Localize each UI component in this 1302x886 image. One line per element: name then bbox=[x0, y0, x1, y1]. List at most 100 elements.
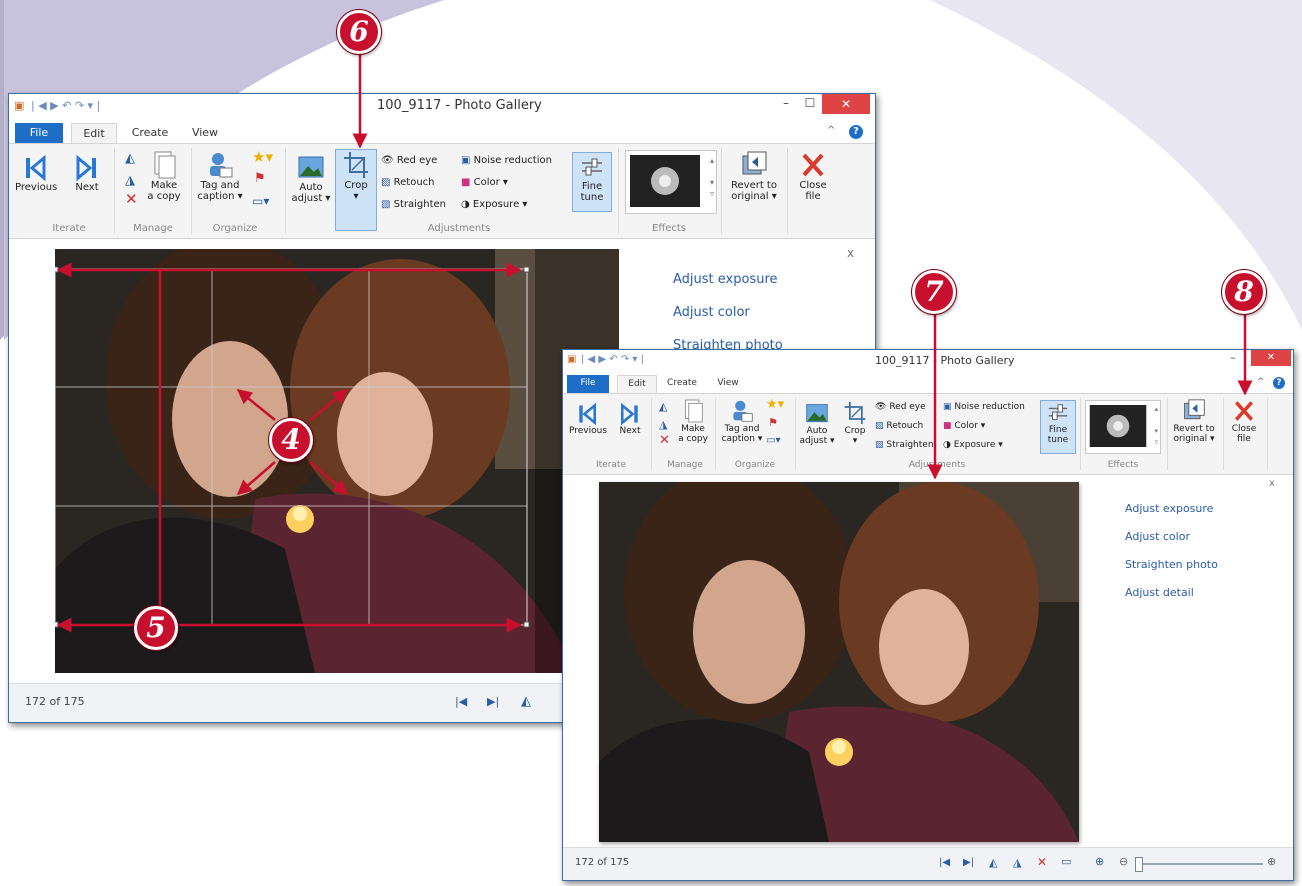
exposure-button[interactable]: ◑ Exposure ▾ bbox=[943, 438, 1003, 452]
rating-star-icon[interactable]: ★▾ bbox=[766, 398, 784, 412]
close-pane-button[interactable]: x bbox=[847, 246, 854, 260]
window-title: 100_9117 - Photo Gallery bbox=[875, 354, 1015, 367]
help-icon[interactable]: ? bbox=[849, 125, 863, 139]
collapse-ribbon-icon[interactable]: ^ bbox=[1257, 377, 1265, 387]
photo-canvas[interactable] bbox=[599, 482, 1079, 842]
color-button[interactable]: ■ Color ▾ bbox=[461, 176, 508, 190]
slideshow-icon[interactable]: ▭ bbox=[1061, 855, 1071, 868]
actual-size-icon[interactable]: ⊕ bbox=[1095, 855, 1104, 868]
close-window-button[interactable]: ✕ bbox=[822, 94, 870, 114]
group-separator bbox=[721, 148, 722, 234]
red-eye-icon: 👁 bbox=[875, 402, 887, 412]
rotate-left-status-icon[interactable]: ◭ bbox=[989, 856, 997, 869]
revert-button[interactable]: Revert to original ▾ bbox=[1169, 398, 1219, 444]
make-copy-button[interactable]: Make a copy bbox=[143, 150, 185, 202]
rotate-right-icon[interactable]: ◮ bbox=[125, 174, 135, 188]
tag-caption-button[interactable]: Tag and caption ▾ bbox=[195, 150, 245, 202]
flag-icon[interactable]: ⚑ bbox=[768, 416, 778, 430]
last-photo-icon[interactable]: ▶| bbox=[963, 857, 974, 868]
maximize-button[interactable]: ☐ bbox=[799, 96, 821, 110]
delete-icon[interactable]: ✕ bbox=[659, 434, 670, 448]
auto-adjust-button[interactable]: Auto adjust ▾ bbox=[291, 154, 331, 204]
revert-button[interactable]: Revert to original ▾ bbox=[727, 150, 781, 202]
auto-adjust-button[interactable]: Auto adjust ▾ bbox=[799, 402, 835, 446]
straighten-button[interactable]: ▧ Straighten bbox=[875, 438, 934, 452]
zoom-slider[interactable] bbox=[1135, 857, 1263, 872]
next-button[interactable]: Next bbox=[69, 154, 105, 193]
photo-canvas[interactable] bbox=[55, 249, 619, 673]
fine-tune-button[interactable]: Fine tune bbox=[572, 152, 612, 212]
straighten-photo-link[interactable]: Straighten photo bbox=[1125, 558, 1218, 571]
rating-star-icon[interactable]: ★▾ bbox=[252, 150, 273, 165]
tab-edit[interactable]: Edit bbox=[71, 123, 117, 144]
exposure-button[interactable]: ◑ Exposure ▾ bbox=[461, 198, 527, 212]
previous-button[interactable]: Previous bbox=[15, 154, 57, 193]
previous-button[interactable]: Previous bbox=[569, 402, 607, 436]
tag-caption-label-1: Tag and bbox=[724, 424, 760, 434]
next-button[interactable]: Next bbox=[615, 402, 645, 436]
exposure-icon: ◑ bbox=[461, 199, 470, 210]
effects-gallery[interactable]: ▴ ▾ ▿ bbox=[1085, 400, 1161, 454]
tab-view[interactable]: View bbox=[185, 123, 225, 139]
adjust-exposure-link[interactable]: Adjust exposure bbox=[1125, 502, 1213, 515]
tab-file[interactable]: File bbox=[567, 375, 609, 394]
close-pane-button[interactable]: x bbox=[1269, 478, 1275, 489]
quick-access-toolbar[interactable]: | ◀ ▶ ↶ ↷ ▾ | bbox=[581, 354, 644, 365]
retouch-button[interactable]: ▨ Retouch bbox=[875, 419, 923, 433]
minimize-button[interactable]: – bbox=[1225, 351, 1241, 364]
zoom-in-icon[interactable]: ⊕ bbox=[1267, 855, 1276, 868]
retouch-button[interactable]: ▨ Retouch bbox=[381, 176, 435, 190]
close-window-button[interactable]: ✕ bbox=[1251, 350, 1291, 366]
rotate-right-icon[interactable]: ◮ bbox=[659, 418, 667, 432]
rotate-left-status-icon[interactable]: ◭ bbox=[521, 694, 531, 709]
crop-overlay[interactable] bbox=[55, 249, 619, 673]
make-copy-button[interactable]: Make a copy bbox=[675, 398, 711, 444]
properties-icon[interactable]: ▭▾ bbox=[252, 194, 269, 208]
tab-view[interactable]: View bbox=[711, 375, 745, 388]
quick-access-toolbar[interactable]: | ◀ ▶ ↶ ↷ ▾ | bbox=[31, 99, 100, 112]
delete-status-icon[interactable]: ✕ bbox=[1037, 855, 1047, 869]
rotate-left-icon[interactable]: ◭ bbox=[659, 400, 667, 414]
first-photo-icon[interactable]: |◀ bbox=[455, 695, 467, 708]
crop-button[interactable]: Crop ▾ bbox=[335, 149, 377, 231]
first-photo-icon[interactable]: |◀ bbox=[939, 857, 950, 868]
adjust-exposure-link[interactable]: Adjust exposure bbox=[673, 272, 778, 287]
ribbon-edit: Previous Next ◭ ◮ ✕ Make a copy Tag and … bbox=[9, 143, 875, 239]
noise-reduction-button[interactable]: ▣ Noise reduction bbox=[461, 154, 552, 168]
minimize-button[interactable]: – bbox=[775, 96, 797, 110]
tab-file[interactable]: File bbox=[15, 123, 63, 143]
adjust-color-link[interactable]: Adjust color bbox=[673, 305, 750, 320]
group-separator bbox=[114, 148, 115, 234]
tab-create[interactable]: Create bbox=[127, 123, 173, 139]
fine-tune-button[interactable]: Fine tune bbox=[1040, 400, 1076, 454]
close-file-button[interactable]: Close file bbox=[793, 150, 833, 202]
straighten-button[interactable]: ▧ Straighten bbox=[381, 198, 446, 212]
red-eye-button[interactable]: 👁 Red eye bbox=[381, 154, 437, 168]
rotate-right-status-icon[interactable]: ◮ bbox=[1013, 856, 1021, 869]
properties-icon[interactable]: ▭▾ bbox=[766, 434, 780, 448]
flag-icon[interactable]: ⚑ bbox=[254, 172, 266, 186]
tab-edit[interactable]: Edit bbox=[617, 375, 657, 394]
help-icon[interactable]: ? bbox=[1273, 377, 1285, 389]
zoom-slider-thumb[interactable] bbox=[1135, 857, 1143, 872]
gallery-scroll-icon[interactable]: ▴ ▾ ▿ bbox=[1154, 404, 1158, 448]
crop-button[interactable]: Crop ▾ bbox=[839, 400, 871, 446]
tab-create[interactable]: Create bbox=[661, 375, 703, 388]
zoom-out-icon[interactable]: ⊖ bbox=[1119, 855, 1128, 868]
retouch-icon: ▨ bbox=[875, 421, 884, 431]
close-file-button[interactable]: Close file bbox=[1227, 398, 1261, 444]
rotate-left-icon[interactable]: ◭ bbox=[125, 152, 135, 166]
tag-caption-button[interactable]: Tag and caption ▾ bbox=[721, 398, 763, 444]
delete-icon[interactable]: ✕ bbox=[125, 192, 138, 207]
collapse-ribbon-icon[interactable]: ^ bbox=[827, 125, 835, 136]
red-eye-button[interactable]: 👁 Red eye bbox=[875, 400, 926, 414]
color-button[interactable]: ■ Color ▾ bbox=[943, 419, 985, 433]
noise-reduction-button[interactable]: ▣ Noise reduction bbox=[943, 400, 1025, 414]
adjust-detail-link[interactable]: Adjust detail bbox=[1125, 586, 1194, 599]
revert-label-1: Revert to bbox=[1173, 424, 1215, 434]
effects-gallery[interactable]: ▴ ▾ ▿ bbox=[625, 150, 717, 214]
effect-thumbnail bbox=[1089, 405, 1147, 447]
gallery-scroll-icon[interactable]: ▴ ▾ ▿ bbox=[710, 155, 714, 199]
last-photo-icon[interactable]: ▶| bbox=[487, 695, 499, 708]
adjust-color-link[interactable]: Adjust color bbox=[1125, 530, 1190, 543]
